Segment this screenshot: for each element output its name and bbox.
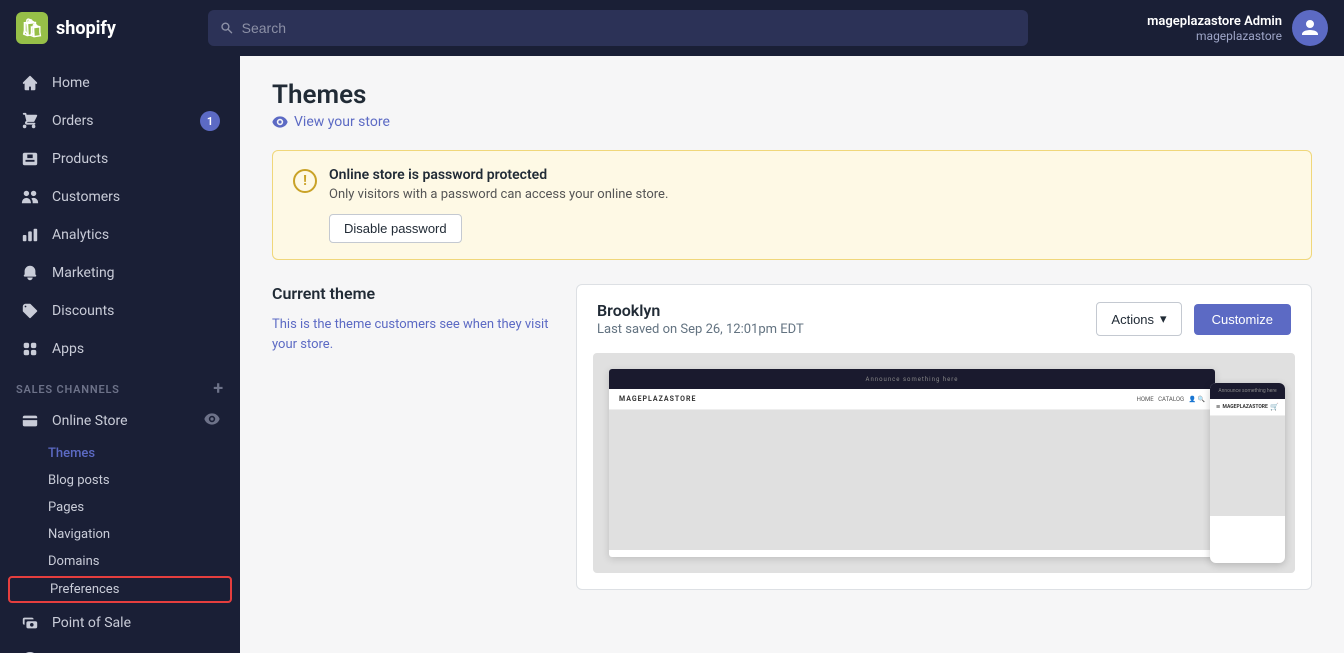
sales-channels-label: SALES CHANNELS + — [0, 368, 240, 402]
pos-icon — [20, 613, 40, 633]
preview-mobile: Announce something here ≡ MAGEPLAZASTORE… — [1210, 383, 1285, 563]
sidebar-sub-item-pages[interactable]: Pages — [0, 494, 240, 521]
products-icon — [20, 149, 40, 169]
preview-desktop-announcement: Announce something here — [866, 376, 959, 383]
preview-eye-icon[interactable] — [204, 411, 220, 431]
password-banner: ! Online store is password protected Onl… — [272, 150, 1312, 260]
orders-icon — [20, 111, 40, 131]
sidebar-item-orders-label: Orders — [52, 113, 94, 129]
online-store-label: Online Store — [52, 413, 128, 429]
online-store-icon — [20, 411, 40, 431]
marketing-icon — [20, 263, 40, 283]
sidebar-item-marketing-label: Marketing — [52, 265, 115, 281]
user-name: mageplazastore Admin — [1147, 14, 1282, 29]
actions-button[interactable]: Actions ▾ — [1096, 302, 1181, 336]
sidebar-sub-item-preferences[interactable]: Preferences — [8, 576, 232, 603]
user-store: mageplazastore — [1147, 29, 1282, 43]
sidebar-item-online-store[interactable]: Online Store — [4, 403, 236, 439]
sidebar-item-home[interactable]: Home — [4, 65, 236, 101]
user-menu[interactable]: mageplazastore Admin mageplazastore — [1147, 10, 1328, 46]
theme-saved: Last saved on Sep 26, 12:01pm EDT — [597, 322, 1084, 337]
sidebar-item-apps-label: Apps — [52, 341, 84, 357]
sidebar-sub-item-themes[interactable]: Themes — [0, 440, 240, 467]
avatar[interactable] — [1292, 10, 1328, 46]
view-store-label: View your store — [294, 114, 390, 130]
main-layout: Home Orders 1 Products Customers — [0, 56, 1344, 653]
preview-mobile-menu-icon: ≡ — [1216, 403, 1220, 411]
apps-icon — [20, 339, 40, 359]
theme-preview: Announce something here MAGEPLAZASTORE H… — [593, 353, 1295, 573]
view-store-link[interactable]: View your store — [272, 114, 1312, 130]
sidebar-item-customers[interactable]: Customers — [4, 179, 236, 215]
sidebar-sub-item-navigation[interactable]: Navigation — [0, 521, 240, 548]
add-sales-channel-button[interactable]: + — [213, 380, 224, 398]
sidebar-item-home-label: Home — [52, 75, 90, 91]
search-icon — [220, 21, 234, 35]
chevron-down-icon: ▾ — [1160, 311, 1167, 327]
current-theme-title: Current theme — [272, 284, 552, 303]
user-icon — [1300, 18, 1320, 38]
preview-mobile-body — [1210, 416, 1285, 516]
warning-icon: ! — [293, 169, 317, 193]
sidebar-item-products-label: Products — [52, 151, 108, 167]
logo-text: shopify — [56, 18, 116, 39]
sidebar-item-pos[interactable]: Point of Sale — [4, 605, 236, 641]
customize-button[interactable]: Customize — [1194, 304, 1291, 335]
theme-card-header: Brooklyn Last saved on Sep 26, 12:01pm E… — [577, 285, 1311, 353]
sidebar-item-apps[interactable]: Apps — [4, 331, 236, 367]
theme-card: Brooklyn Last saved on Sep 26, 12:01pm E… — [576, 284, 1312, 590]
sidebar-item-discounts-label: Discounts — [52, 303, 114, 319]
eye-icon — [272, 114, 288, 130]
sidebar-item-analytics[interactable]: Analytics — [4, 217, 236, 253]
customers-icon — [20, 187, 40, 207]
theme-name: Brooklyn — [597, 301, 1084, 320]
main-content: Themes View your store ! Online store is… — [240, 56, 1344, 653]
page-title: Themes — [272, 80, 1312, 110]
current-theme-desc: Current theme This is the theme customer… — [272, 284, 552, 590]
disable-password-button[interactable]: Disable password — [329, 214, 462, 243]
sidebar-item-pos-label: Point of Sale — [52, 615, 131, 631]
preview-desktop-body — [609, 410, 1215, 550]
home-icon — [20, 73, 40, 93]
discounts-icon — [20, 301, 40, 321]
preview-mobile-store-name: MAGEPLAZASTORE — [1223, 404, 1268, 410]
orders-badge: 1 — [200, 111, 220, 131]
themes-section: Current theme This is the theme customer… — [272, 284, 1312, 590]
preview-nav-items: HOME CATALOG 👤 🔍 — [1137, 396, 1205, 403]
sidebar: Home Orders 1 Products Customers — [0, 56, 240, 653]
warning-content: Online store is password protected Only … — [329, 167, 668, 243]
search-bar[interactable] — [208, 10, 1028, 46]
preview-desktop: Announce something here MAGEPLAZASTORE H… — [609, 369, 1215, 557]
preview-store-name: MAGEPLAZASTORE — [619, 395, 696, 403]
preview-mobile-announcement: Announce something here — [1218, 388, 1276, 394]
sidebar-item-orders[interactable]: Orders 1 — [4, 103, 236, 139]
sidebar-item-marketing[interactable]: Marketing — [4, 255, 236, 291]
topbar: 🛍 shopify mageplazastore Admin mageplaza… — [0, 0, 1344, 56]
preview-mobile-cart-icon: 🛒 — [1270, 403, 1279, 411]
warning-description: Only visitors with a password can access… — [329, 187, 668, 202]
logo[interactable]: 🛍 shopify — [16, 12, 196, 44]
sidebar-item-customers-label: Customers — [52, 189, 120, 205]
current-theme-description: This is the theme customers see when the… — [272, 315, 552, 354]
sidebar-sub-item-domains[interactable]: Domains — [0, 548, 240, 575]
sidebar-item-discounts[interactable]: Discounts — [4, 293, 236, 329]
sidebar-sub-item-blog-posts[interactable]: Blog posts — [0, 467, 240, 494]
sidebar-item-facebook[interactable]: Facebook — [4, 643, 236, 653]
analytics-icon — [20, 225, 40, 245]
shopify-icon: 🛍 — [16, 12, 48, 44]
sidebar-item-analytics-label: Analytics — [52, 227, 109, 243]
sidebar-item-products[interactable]: Products — [4, 141, 236, 177]
search-input[interactable] — [242, 20, 1016, 36]
warning-title: Online store is password protected — [329, 167, 668, 183]
